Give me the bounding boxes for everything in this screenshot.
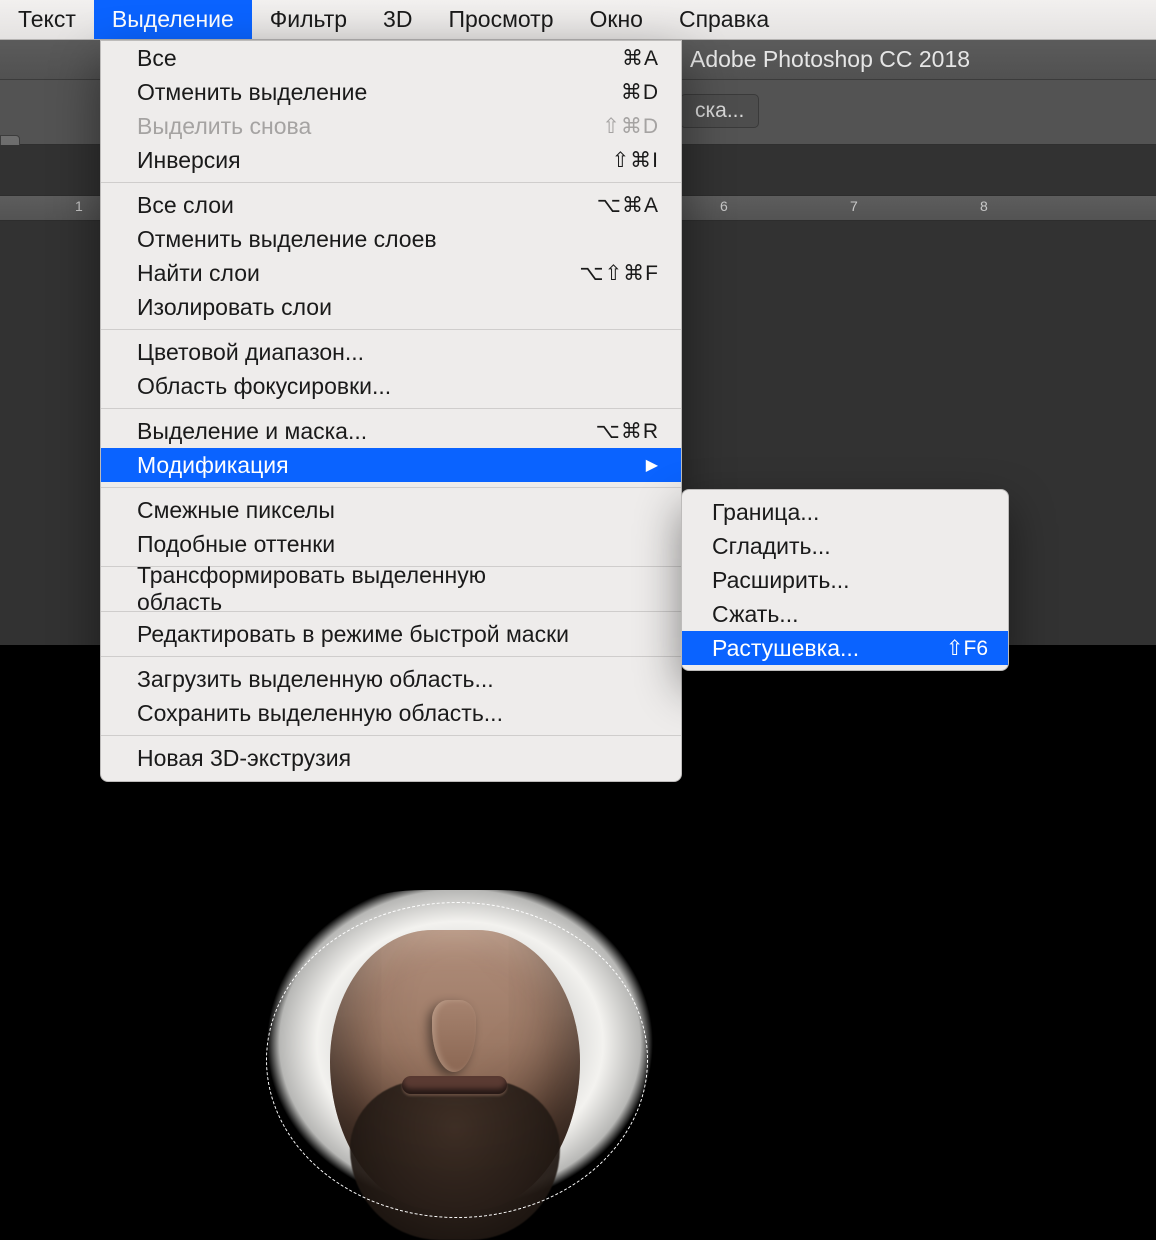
selection-marquee — [266, 902, 648, 1218]
submenu-item-label: Растушевка... — [712, 635, 859, 662]
menu-item[interactable]: Изолировать слои — [101, 290, 681, 324]
menu-item[interactable]: Трансформировать выделенную область — [101, 572, 681, 606]
menu-item: Выделить снова ⇧⌘D — [101, 109, 681, 143]
menu-item[interactable]: Смежные пикселы — [101, 493, 681, 527]
menu-filter[interactable]: Фильтр — [252, 0, 365, 39]
menu-item[interactable]: Модификация ▶ — [101, 448, 681, 482]
submenu-item-shortcut: ⇧F6 — [946, 636, 988, 661]
menu-item[interactable]: Все ⌘A — [101, 41, 681, 75]
submenu-item[interactable]: Сжать... — [682, 597, 1008, 631]
submenu-item-label: Расширить... — [712, 567, 850, 594]
submenu-item[interactable]: Сгладить... — [682, 529, 1008, 563]
menu-item-label: Подобные оттенки — [137, 531, 335, 558]
menu-item-label: Отменить выделение слоев — [137, 226, 437, 253]
ruler-tick: 1 — [75, 198, 83, 214]
submenu-item-label: Сгладить... — [712, 533, 831, 560]
ruler-tick: 8 — [980, 198, 988, 214]
menu-item[interactable]: Редактировать в режиме быстрой маски — [101, 617, 681, 651]
menu-item-label: Сохранить выделенную область... — [137, 700, 503, 727]
menu-item-label: Трансформировать выделенную область — [137, 562, 569, 616]
menu-item-label: Загрузить выделенную область... — [137, 666, 494, 693]
menu-item-label: Инверсия — [137, 147, 241, 174]
menu-item-shortcut: ⌘A — [569, 46, 659, 71]
menu-item[interactable]: Выделение и маска... ⌥⌘R — [101, 414, 681, 448]
modify-submenu: Граница... Сгладить... Расширить... Сжать..… — [681, 489, 1009, 671]
submenu-item[interactable]: Расширить... — [682, 563, 1008, 597]
menu-item-shortcut: ⌥⇧⌘F — [569, 261, 659, 286]
menu-item[interactable]: Загрузить выделенную область... — [101, 662, 681, 696]
menu-item[interactable]: Цветовой диапазон... — [101, 335, 681, 369]
submenu-item[interactable]: Граница... — [682, 495, 1008, 529]
menu-window[interactable]: Окно — [572, 0, 661, 39]
menu-help[interactable]: Справка — [661, 0, 787, 39]
menu-item-shortcut: ⇧⌘I — [569, 148, 659, 173]
submenu-item-label: Граница... — [712, 499, 819, 526]
menu-item[interactable]: Отменить выделение ⌘D — [101, 75, 681, 109]
menu-item[interactable]: Новая 3D-экструзия — [101, 741, 681, 775]
app-title: Adobe Photoshop CC 2018 — [690, 46, 970, 73]
menu-item-label: Модификация — [137, 452, 289, 479]
menu-item[interactable]: Все слои ⌥⌘A — [101, 188, 681, 222]
menu-item-shortcut: ⌥⌘R — [569, 419, 659, 444]
menubar: Текст Выделение Фильтр 3D Просмотр Окно … — [0, 0, 1156, 40]
menu-item[interactable]: Подобные оттенки — [101, 527, 681, 561]
option-button[interactable]: ска... — [680, 94, 759, 128]
menu-item[interactable]: Сохранить выделенную область... — [101, 696, 681, 730]
menu-view[interactable]: Просмотр — [430, 0, 571, 39]
menu-text[interactable]: Текст — [0, 0, 94, 39]
submenu-arrow-icon: ▶ — [569, 455, 659, 475]
menu-item-label: Область фокусировки... — [137, 373, 391, 400]
menu-item-label: Выделить снова — [137, 113, 311, 140]
menu-item-label: Отменить выделение — [137, 79, 367, 106]
menu-3d[interactable]: 3D — [365, 0, 430, 39]
menu-item-shortcut: ⇧⌘D — [569, 114, 659, 139]
menu-selection[interactable]: Выделение — [94, 0, 252, 39]
menu-item-label: Редактировать в режиме быстрой маски — [137, 621, 569, 648]
menu-item-label: Смежные пикселы — [137, 497, 335, 524]
ruler-tick: 6 — [720, 198, 728, 214]
menu-item-label: Все слои — [137, 192, 234, 219]
menu-item[interactable]: Инверсия ⇧⌘I — [101, 143, 681, 177]
submenu-item-label: Сжать... — [712, 601, 798, 628]
menu-item[interactable]: Область фокусировки... — [101, 369, 681, 403]
menu-item-label: Выделение и маска... — [137, 418, 367, 445]
menu-item-label: Цветовой диапазон... — [137, 339, 364, 366]
menu-item-shortcut: ⌥⌘A — [569, 193, 659, 218]
submenu-item[interactable]: Растушевка... ⇧F6 — [682, 631, 1008, 665]
menu-item-label: Изолировать слои — [137, 294, 332, 321]
menu-item-label: Новая 3D-экструзия — [137, 745, 351, 772]
selection-menu-dropdown: Все ⌘A Отменить выделение ⌘D Выделить снова ⇧… — [100, 40, 682, 782]
menu-item-label: Все — [137, 45, 177, 72]
menu-item-shortcut: ⌘D — [569, 80, 659, 105]
menu-item[interactable]: Отменить выделение слоев — [101, 222, 681, 256]
menu-item[interactable]: Найти слои ⌥⇧⌘F — [101, 256, 681, 290]
menu-item-label: Найти слои — [137, 260, 260, 287]
ruler-tick: 7 — [850, 198, 858, 214]
